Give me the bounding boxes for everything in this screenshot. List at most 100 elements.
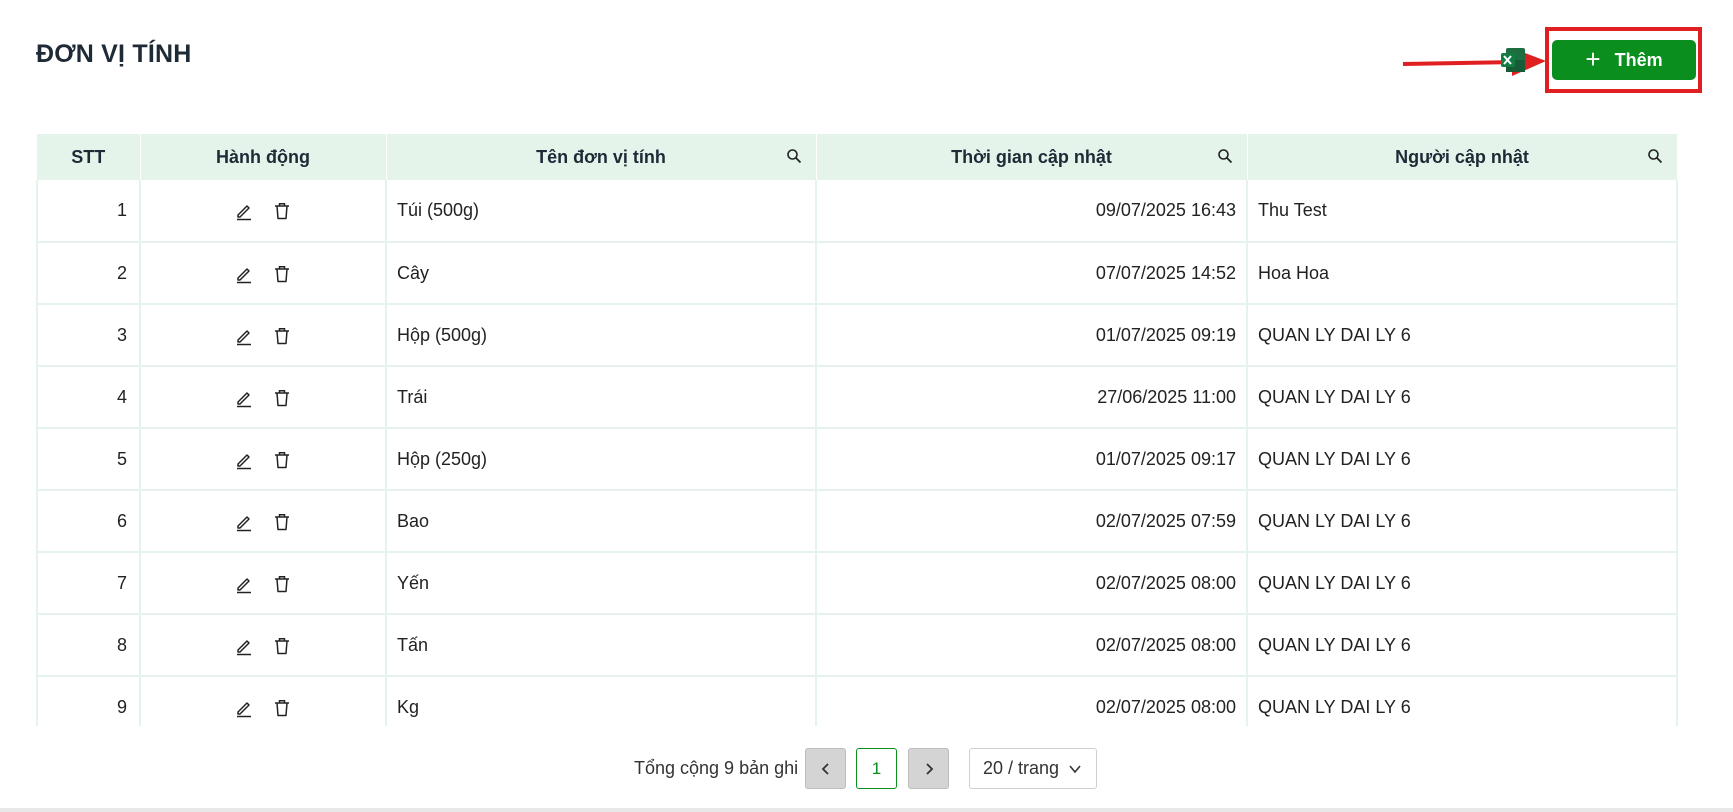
bottom-divider [0,808,1733,812]
table-row: 2 Cây 07/07/2025 14:52 Hoa Hoa [36,242,1678,305]
table-row: 1 Túi (500g) 09/07/2025 16:43 Thu Test [36,180,1678,243]
cell-user: QUAN LY DAI LY 6 [1247,366,1678,429]
edit-icon[interactable] [234,326,254,346]
table-row: 7 Yến 02/07/2025 08:00 QUAN LY DAI LY 6 [36,552,1678,615]
add-button-label: Thêm [1614,49,1663,70]
excel-icon[interactable] [1500,47,1526,73]
chevron-left-icon [821,762,829,775]
cell-name: Cây [386,242,817,305]
table-row: 9 Kg 02/07/2025 08:00 QUAN LY DAI LY 6 [36,676,1678,726]
chevron-down-icon [1069,765,1081,774]
cell-user: Thu Test [1247,180,1678,243]
pagination: Tổng cộng 9 bản ghi 1 20 / trang [0,748,1733,790]
delete-icon[interactable] [272,636,292,656]
page: ĐƠN VỊ TÍNH + Thêm STT Hành động Tên đơn… [0,0,1733,812]
next-page-button[interactable] [908,748,949,789]
edit-icon[interactable] [234,450,254,470]
cell-stt: 1 [36,180,141,243]
search-icon[interactable] [1217,148,1233,164]
cell-time: 01/07/2025 09:19 [816,304,1248,367]
cell-actions [140,428,387,491]
cell-time: 01/07/2025 09:17 [816,428,1248,491]
cell-actions [140,552,387,615]
delete-icon[interactable] [272,201,292,221]
chevron-right-icon [925,762,933,775]
cell-stt: 6 [36,490,141,553]
edit-icon[interactable] [234,201,254,221]
cell-user: Hoa Hoa [1247,242,1678,305]
cell-stt: 9 [36,676,141,726]
cell-user: QUAN LY DAI LY 6 [1247,676,1678,726]
cell-name: Tấn [386,614,817,677]
col-header-actions: Hành động [140,134,387,180]
table-row: 3 Hộp (500g) 01/07/2025 09:19 QUAN LY DAI L… [36,304,1678,367]
edit-icon[interactable] [234,574,254,594]
table-row: 4 Trái 27/06/2025 11:00 QUAN LY DAI LY 6 [36,366,1678,429]
cell-stt: 8 [36,614,141,677]
cell-user: QUAN LY DAI LY 6 [1247,490,1678,553]
col-header-time: Thời gian cập nhật [816,134,1248,180]
plus-icon: + [1585,43,1601,74]
page-title: ĐƠN VỊ TÍNH [36,40,192,68]
cell-time: 02/07/2025 08:00 [816,552,1248,615]
cell-stt: 3 [36,304,141,367]
delete-icon[interactable] [272,512,292,532]
edit-icon[interactable] [234,512,254,532]
delete-icon[interactable] [272,388,292,408]
cell-actions [140,676,387,726]
cell-name: Hộp (250g) [386,428,817,491]
cell-actions [140,304,387,367]
edit-icon[interactable] [234,636,254,656]
col-header-stt: STT [37,134,141,180]
cell-time: 02/07/2025 08:00 [816,614,1248,677]
unit-table: STT Hành động Tên đơn vị tính Thời gian … [36,134,1696,726]
delete-icon[interactable] [272,574,292,594]
cell-actions [140,180,387,243]
page-size-select[interactable]: 20 / trang [969,748,1097,789]
page-size-value: 20 / trang [983,758,1060,778]
col-header-user: Người cập nhật [1247,134,1678,180]
cell-time: 27/06/2025 11:00 [816,366,1248,429]
page-number-button[interactable]: 1 [856,748,897,789]
cell-user: QUAN LY DAI LY 6 [1247,614,1678,677]
edit-icon[interactable] [234,264,254,284]
col-header-name: Tên đơn vị tính [386,134,817,180]
edit-icon[interactable] [234,388,254,408]
delete-icon[interactable] [272,450,292,470]
cell-stt: 5 [36,428,141,491]
prev-page-button[interactable] [805,748,846,789]
annotation-arrow [1402,48,1546,76]
table-row: 5 Hộp (250g) 01/07/2025 09:17 QUAN LY DAI L… [36,428,1678,491]
cell-stt: 2 [36,242,141,305]
cell-actions [140,490,387,553]
cell-name: Kg [386,676,817,726]
cell-stt: 4 [36,366,141,429]
cell-stt: 7 [36,552,141,615]
add-button[interactable]: + Thêm [1552,40,1696,80]
cell-user: QUAN LY DAI LY 6 [1247,428,1678,491]
cell-time: 07/07/2025 14:52 [816,242,1248,305]
cell-name: Hộp (500g) [386,304,817,367]
search-icon[interactable] [786,148,802,164]
cell-actions [140,614,387,677]
search-icon[interactable] [1647,148,1663,164]
cell-user: QUAN LY DAI LY 6 [1247,552,1678,615]
edit-icon[interactable] [234,698,254,718]
cell-user: QUAN LY DAI LY 6 [1247,304,1678,367]
table-row: 8 Tấn 02/07/2025 08:00 QUAN LY DAI LY 6 [36,614,1678,677]
cell-name: Bao [386,490,817,553]
delete-icon[interactable] [272,698,292,718]
cell-name: Túi (500g) [386,180,817,243]
table-row: 6 Bao 02/07/2025 07:59 QUAN LY DAI LY 6 [36,490,1678,553]
cell-actions [140,366,387,429]
delete-icon[interactable] [272,326,292,346]
cell-time: 09/07/2025 16:43 [816,180,1248,243]
delete-icon[interactable] [272,264,292,284]
table-header-row: STT Hành động Tên đơn vị tính Thời gian … [37,134,1678,180]
cell-name: Yến [386,552,817,615]
cell-actions [140,242,387,305]
cell-time: 02/07/2025 08:00 [816,676,1248,726]
cell-name: Trái [386,366,817,429]
total-records: Tổng cộng 9 bản ghi [634,758,799,778]
cell-time: 02/07/2025 07:59 [816,490,1248,553]
